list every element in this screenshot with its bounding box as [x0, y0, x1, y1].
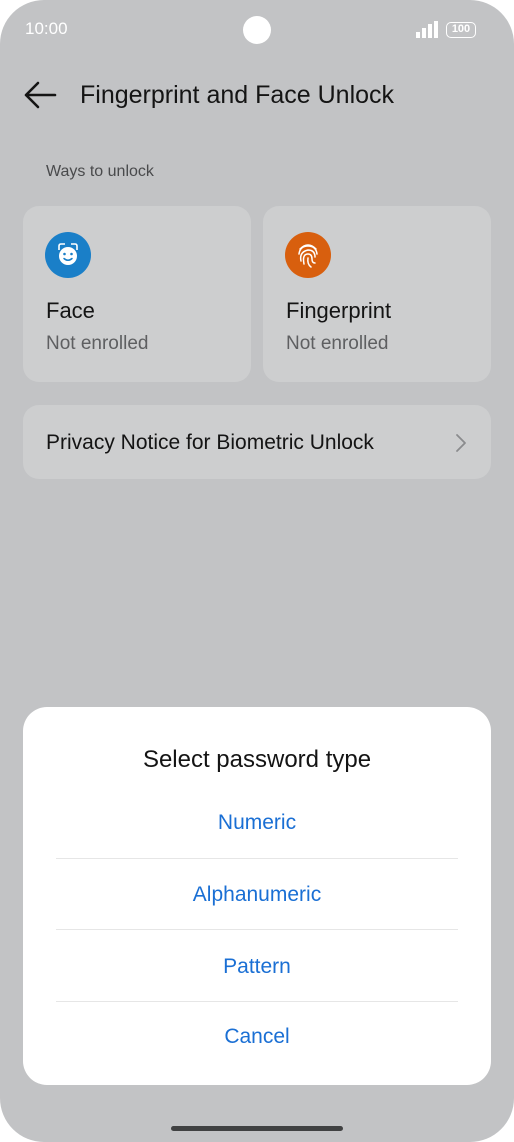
option-numeric[interactable]: Numeric — [56, 793, 458, 853]
privacy-notice-label: Privacy Notice for Biometric Unlock — [46, 431, 374, 454]
phone-screen: 10:00 100 Fingerprint and Face Unlock Wa… — [0, 0, 514, 1142]
password-type-dialog: Select password type Numeric Alphanumeri… — [23, 707, 491, 1085]
cancel-button[interactable]: Cancel — [56, 1007, 458, 1067]
face-unlock-card[interactable]: Face Not enrolled — [23, 206, 251, 382]
fingerprint-card-title: Fingerprint — [286, 298, 392, 323]
face-icon — [45, 232, 91, 278]
fingerprint-unlock-card[interactable]: Fingerprint Not enrolled — [263, 206, 491, 382]
divider — [56, 1001, 458, 1002]
status-time: 10:00 — [25, 19, 68, 38]
divider — [56, 858, 458, 859]
face-card-status: Not enrolled — [46, 333, 149, 354]
divider — [56, 929, 458, 930]
fingerprint-icon — [285, 232, 331, 278]
privacy-notice-row[interactable]: Privacy Notice for Biometric Unlock — [23, 405, 491, 479]
dialog-title: Select password type — [142, 746, 372, 773]
face-card-title: Face — [46, 298, 95, 323]
back-arrow-icon[interactable] — [22, 78, 58, 112]
front-camera — [243, 16, 271, 44]
battery-icon: 100 — [446, 22, 476, 38]
option-pattern[interactable]: Pattern — [56, 937, 458, 997]
chevron-right-icon — [456, 434, 466, 452]
option-alphanumeric[interactable]: Alphanumeric — [56, 865, 458, 925]
status-bar: 10:00 100 — [0, 0, 514, 60]
fingerprint-card-status: Not enrolled — [286, 333, 389, 354]
signal-icon — [416, 21, 438, 38]
home-indicator[interactable] — [171, 1126, 343, 1131]
section-header: Ways to unlock — [46, 163, 154, 180]
page-title: Fingerprint and Face Unlock — [80, 81, 395, 109]
